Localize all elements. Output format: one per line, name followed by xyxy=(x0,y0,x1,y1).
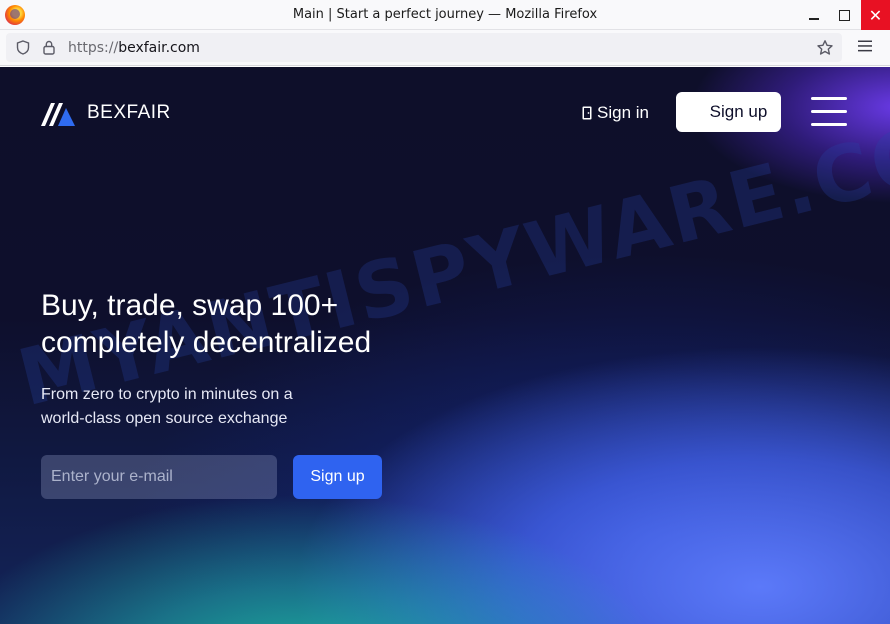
signin-label: Sign in xyxy=(597,103,649,122)
minimize-button[interactable] xyxy=(800,0,828,30)
url-host: bexfair.com xyxy=(118,40,200,56)
browser-toolbar: https://bexfair.com xyxy=(0,30,890,66)
maximize-icon xyxy=(838,9,850,21)
close-icon: ✕ xyxy=(868,5,883,25)
window-title: Main | Start a perfect journey — Mozilla… xyxy=(292,7,598,22)
minimize-icon xyxy=(809,18,819,20)
star-icon[interactable] xyxy=(816,39,834,57)
web-page: MYANTISPYWARE.COM BEXFAIR Sign in Sign u… xyxy=(0,67,890,624)
signup-nav-button[interactable]: Sign up xyxy=(676,92,781,132)
door-icon xyxy=(582,106,592,120)
signin-link[interactable]: Sign in xyxy=(582,103,649,123)
hero-title-line: Buy, trade, swap 100+ xyxy=(41,289,339,322)
hero-subtitle-line: world-class open source exchange xyxy=(41,410,288,427)
hero-subtitle-line: From zero to crypto in minutes on a xyxy=(41,386,293,403)
email-field[interactable] xyxy=(41,455,277,499)
hamburger-icon[interactable] xyxy=(811,97,847,127)
address-bar[interactable]: https://bexfair.com xyxy=(6,33,842,62)
hamburger-line xyxy=(811,97,847,100)
browser-title-bar: Main | Start a perfect journey — Mozilla… xyxy=(0,0,890,30)
shield-icon[interactable] xyxy=(16,40,30,55)
hero-title-line: completely decentralized xyxy=(41,326,372,359)
url-text[interactable]: https://bexfair.com xyxy=(68,40,200,56)
lock-icon[interactable] xyxy=(42,40,56,55)
maximize-button[interactable] xyxy=(830,0,858,30)
bexfair-logo-icon xyxy=(41,103,75,126)
hamburger-line xyxy=(811,123,847,126)
brand-link[interactable]: BEXFAIR xyxy=(41,100,171,126)
menu-icon[interactable] xyxy=(858,40,872,52)
signup-hero-button[interactable]: Sign up xyxy=(293,455,382,499)
close-button[interactable]: ✕ xyxy=(861,0,890,30)
hamburger-line xyxy=(811,110,847,113)
hero-title: Buy, trade, swap 100+ completely decentr… xyxy=(41,287,501,361)
hero-subtitle: From zero to crypto in minutes on a worl… xyxy=(41,383,341,431)
brand-name: BEXFAIR xyxy=(87,102,171,123)
url-protocol: https:// xyxy=(68,40,119,56)
